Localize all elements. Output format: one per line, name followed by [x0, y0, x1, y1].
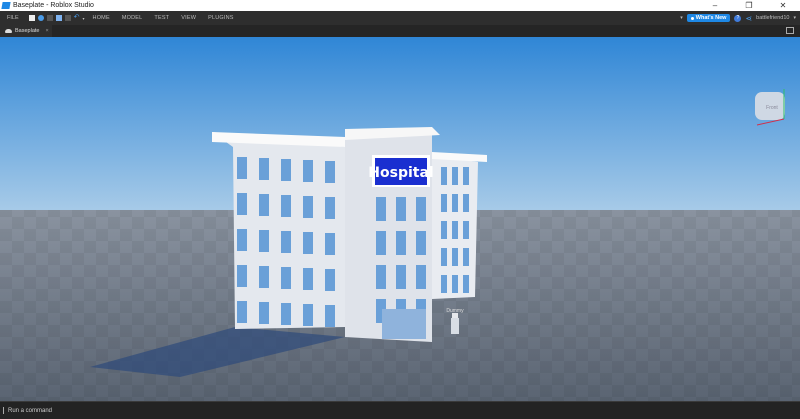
- document-tab-bar: Baseplate ×: [0, 25, 800, 37]
- tab-model[interactable]: MODEL: [122, 15, 143, 21]
- window: [416, 265, 426, 289]
- minimize-button[interactable]: –: [698, 0, 732, 11]
- window: [452, 275, 458, 293]
- undo-icon[interactable]: ↶: [74, 14, 80, 21]
- username[interactable]: battlefriend10: [756, 15, 789, 21]
- window: [463, 275, 469, 293]
- publish-icon[interactable]: [37, 15, 44, 21]
- window: [259, 194, 269, 216]
- tab-label: Baseplate: [15, 28, 40, 34]
- window: [463, 248, 469, 266]
- window: [303, 196, 313, 218]
- window: [325, 161, 335, 183]
- command-bar[interactable]: Run a command: [0, 401, 800, 419]
- share-icon[interactable]: ⋖: [745, 14, 752, 23]
- window: [441, 221, 447, 239]
- window: [281, 303, 291, 325]
- window: [259, 266, 269, 288]
- 3d-viewport[interactable]: Hospital Dummy Front: [0, 37, 800, 401]
- import-icon[interactable]: [55, 15, 62, 21]
- user-dropdown-icon[interactable]: ▾: [793, 15, 796, 21]
- window: [259, 158, 269, 180]
- window: [441, 248, 447, 266]
- roblox-studio-icon: [1, 2, 11, 9]
- tab-plugins[interactable]: PLUGINS: [208, 15, 234, 21]
- ribbon-collapse-icon[interactable]: ▾: [680, 15, 683, 21]
- whats-new-button[interactable]: What's New: [686, 14, 731, 22]
- window: [452, 194, 458, 212]
- window: [441, 167, 447, 185]
- window: [376, 231, 386, 255]
- tab-home[interactable]: HOME: [93, 15, 110, 21]
- window: [259, 302, 269, 324]
- window: [441, 194, 447, 212]
- window: [452, 167, 458, 185]
- title-bar: Baseplate - Roblox Studio – ❐ ✕: [0, 0, 800, 11]
- window: [281, 231, 291, 253]
- tab-close-icon[interactable]: ×: [45, 28, 48, 34]
- dock-layout-icon[interactable]: [786, 27, 794, 34]
- window: [237, 193, 247, 215]
- window: [303, 304, 313, 326]
- stop-icon[interactable]: [64, 15, 71, 21]
- window: [303, 232, 313, 254]
- file-menu[interactable]: FILE: [7, 15, 19, 21]
- window: [441, 275, 447, 293]
- window: [396, 197, 406, 221]
- window: [376, 197, 386, 221]
- window: [237, 265, 247, 287]
- window: [281, 195, 291, 217]
- window: [416, 197, 426, 221]
- tab-view[interactable]: VIEW: [181, 15, 196, 21]
- cloud-icon: [5, 29, 12, 33]
- window: [303, 268, 313, 290]
- window: [281, 159, 291, 181]
- command-input[interactable]: Run a command: [8, 408, 52, 414]
- menu-toolbar: FILE ↶ ▾ HOME MODEL TEST VIEW PLUGINS ▾ …: [0, 11, 800, 25]
- window: [237, 157, 247, 179]
- window: [237, 229, 247, 251]
- redo-disabled-icon[interactable]: [46, 15, 53, 21]
- close-button[interactable]: ✕: [766, 0, 800, 11]
- window: [452, 221, 458, 239]
- help-icon[interactable]: ?: [734, 14, 742, 22]
- window: [416, 231, 426, 255]
- cursor: [3, 407, 4, 414]
- view-cube-face: Front: [766, 105, 778, 111]
- window: [303, 160, 313, 182]
- window: [396, 265, 406, 289]
- window: [325, 233, 335, 255]
- dot-icon: [690, 16, 694, 20]
- window-title: Baseplate - Roblox Studio: [13, 2, 94, 9]
- window: [396, 231, 406, 255]
- tab-test[interactable]: TEST: [154, 15, 169, 21]
- undo-dropdown-icon[interactable]: ▾: [83, 16, 85, 21]
- window: [463, 221, 469, 239]
- window: [259, 230, 269, 252]
- window: [325, 305, 335, 327]
- window: [281, 267, 291, 289]
- window: [463, 167, 469, 185]
- tab-baseplate[interactable]: Baseplate ×: [0, 25, 52, 37]
- window: [463, 194, 469, 212]
- maximize-button[interactable]: ❐: [732, 0, 766, 11]
- hospital-sign-text: Hospital: [368, 165, 433, 181]
- window: [325, 197, 335, 219]
- window: [452, 248, 458, 266]
- window: [325, 269, 335, 291]
- window: [376, 265, 386, 289]
- dummy-npc[interactable]: [451, 313, 459, 334]
- window: [237, 301, 247, 323]
- whats-new-label: What's New: [695, 15, 727, 21]
- new-file-icon[interactable]: [28, 15, 35, 21]
